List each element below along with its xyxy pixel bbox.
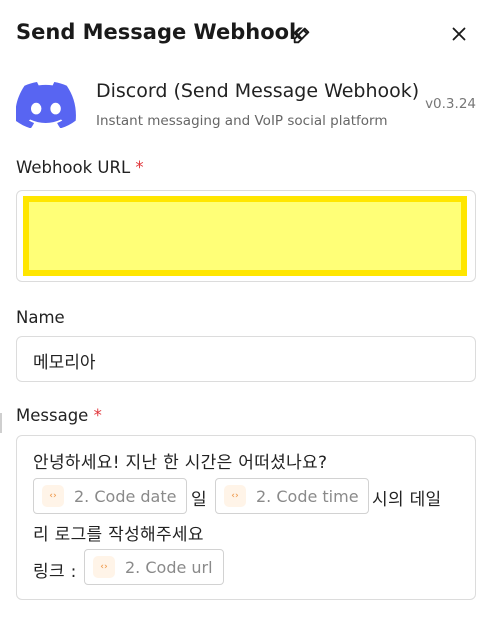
pencil-icon[interactable] xyxy=(291,24,313,46)
panel-title: Send Message Webhook xyxy=(16,20,304,44)
name-field[interactable]: 메모리아 xyxy=(16,336,476,382)
code-url-chip[interactable]: ‹› 2. Code url xyxy=(84,549,224,585)
code-time-chip[interactable]: ‹› 2. Code time xyxy=(215,478,369,514)
chip-label: 2. Code date xyxy=(74,486,177,506)
webhook-url-label: Webhook URL * xyxy=(16,158,144,177)
message-label: Message * xyxy=(16,406,102,425)
chip-label: 2. Code url xyxy=(125,557,213,577)
message-line-3: 리 로그를 작성해주세요 xyxy=(33,525,204,545)
panel-header: Send Message Webhook xyxy=(16,18,482,52)
code-date-chip[interactable]: ‹› 2. Code date xyxy=(33,478,187,514)
message-label-text: Message xyxy=(16,406,89,425)
name-label-text: Name xyxy=(16,308,65,327)
close-icon[interactable] xyxy=(448,23,470,45)
message-line-1: 안녕하세요! 지난 한 시간은 어떠셨나요? xyxy=(33,453,328,473)
discord-logo-icon xyxy=(16,82,76,128)
code-icon: ‹› xyxy=(42,485,64,507)
app-description: Instant messaging and VoIP social platfo… xyxy=(96,113,388,129)
webhook-url-label-text: Webhook URL xyxy=(16,158,131,177)
app-version: v0.3.24 xyxy=(425,96,476,112)
divider xyxy=(0,413,2,433)
message-text-link: 링크 : xyxy=(33,562,77,582)
message-editor[interactable]: 안녕하세요! 지난 한 시간은 어떠셨나요? ‹› 2. Code date 일… xyxy=(16,435,476,600)
message-text-il: 일 xyxy=(191,490,207,510)
webhook-url-field[interactable] xyxy=(16,190,476,282)
name-value: 메모리아 xyxy=(33,353,96,373)
message-text-after-time: 시의 데일 xyxy=(372,490,442,510)
required-mark: * xyxy=(135,158,144,177)
code-icon: ‹› xyxy=(93,556,115,578)
name-label: Name xyxy=(16,308,65,327)
chip-label: 2. Code time xyxy=(256,486,359,506)
app-info: Discord (Send Message Webhook) Instant m… xyxy=(16,78,482,136)
code-icon: ‹› xyxy=(224,485,246,507)
webhook-url-redaction-highlight xyxy=(23,196,467,276)
required-mark: * xyxy=(93,406,102,425)
app-name: Discord (Send Message Webhook) xyxy=(96,80,420,102)
